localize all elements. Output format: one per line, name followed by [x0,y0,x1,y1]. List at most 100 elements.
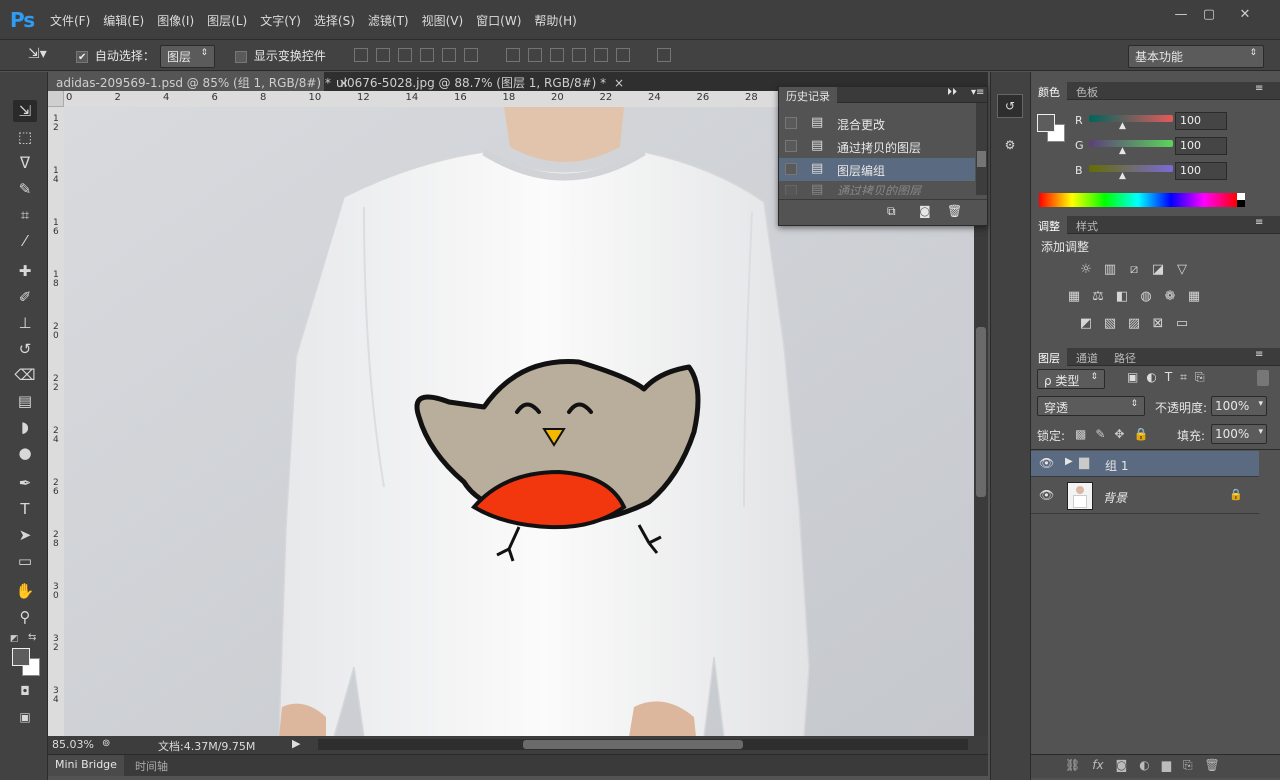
auto-select-target-dropdown[interactable]: 图层 ⇕ [160,45,215,68]
lock-transparent-icon[interactable]: ▩ [1075,427,1086,441]
trash-icon[interactable]: 🗑 [947,204,962,218]
selective-color-icon[interactable]: ⊠ [1149,316,1167,332]
color-fg-swatch[interactable] [1037,114,1055,132]
eraser-tool-icon[interactable]: ⌫ [13,364,37,386]
history-snapshot-checkbox[interactable] [785,163,797,175]
filter-adjustment-icon[interactable]: ◐ [1146,370,1156,385]
black-white-icon[interactable]: ◧ [1113,289,1131,305]
tab-mini-bridge[interactable]: Mini Bridge [48,755,124,776]
tab-paths[interactable]: 路径 [1107,348,1143,366]
eyedropper-tool-icon[interactable]: ⁄ [13,230,37,252]
history-item-selected[interactable]: ▤ 图层编组 [779,158,975,181]
status-info-icon[interactable]: ⊚ [102,738,110,749]
delete-layer-icon[interactable]: 🗑 [1205,758,1220,773]
rectangle-tool-icon[interactable]: ▭ [13,550,37,572]
new-adjustment-layer-icon[interactable]: ◐ [1139,758,1149,773]
color-balance-icon[interactable]: ⚖ [1089,289,1107,305]
hand-tool-icon[interactable]: ✋ [13,580,37,602]
camera-snapshot-icon[interactable]: ◙ [919,204,931,218]
layer-row-background[interactable]: 👁 背景 🔒 [1031,478,1259,514]
menu-window[interactable]: 窗口(W) [476,12,521,29]
type-tool-icon[interactable]: T [13,498,37,520]
tab-layers[interactable]: 图层 [1031,348,1067,366]
marquee-tool-icon[interactable]: ⬚ [13,126,37,148]
menu-edit[interactable]: 编辑(E) [103,12,144,29]
tab-swatches[interactable]: 色板 [1069,82,1105,100]
layer-name[interactable]: 背景 [1103,489,1127,506]
dodge-tool-icon[interactable]: ● [13,442,37,464]
align-vcenter-icon[interactable] [376,48,390,62]
menu-layer[interactable]: 图层(L) [207,12,247,29]
gradient-map-icon[interactable]: ▭ [1173,316,1191,332]
lock-all-icon[interactable]: 🔒 [1133,427,1148,441]
menu-type[interactable]: 文字(Y) [260,12,301,29]
path-selection-tool-icon[interactable]: ➤ [13,524,37,546]
align-right-icon[interactable] [464,48,478,62]
threshold-icon[interactable]: ▨ [1125,316,1143,332]
expand-group-arrow-icon[interactable]: ▶ [1065,456,1073,467]
pen-tool-icon[interactable]: ✒ [13,472,37,494]
channel-r-slider[interactable] [1089,115,1173,122]
horizontal-scroll-thumb[interactable] [523,740,743,749]
layer-name[interactable]: 组 1 [1105,457,1128,474]
adjustments-menu-icon[interactable]: ≡ [1255,217,1263,228]
tab-adidas[interactable]: adidas-209569-1.psd @ 85% (组 1, RGB/8#) … [48,72,349,91]
layer-row-group-1[interactable]: 👁 ▶ ▆ 组 1 [1031,451,1259,477]
layer-style-fx-icon[interactable]: fx [1092,758,1103,773]
screen-mode-icon[interactable]: ▣ [13,706,37,728]
filter-smart-object-icon[interactable]: ⎘ [1195,370,1205,385]
history-item[interactable]: ▤ 通过拷贝的图层 [779,135,975,158]
move-tool-icon[interactable]: ⇲ [13,100,37,122]
opacity-input[interactable]: 100% ▾ [1211,396,1267,416]
blend-mode-dropdown[interactable]: 穿透 ⇕ [1037,396,1145,416]
tab-color[interactable]: 颜色 [1031,82,1067,100]
tab-styles[interactable]: 样式 [1069,216,1105,234]
status-menu-arrow-icon[interactable]: ▶ [292,737,300,750]
history-title[interactable]: 历史记录 [779,87,837,103]
layers-menu-icon[interactable]: ≡ [1255,349,1263,360]
channel-g-slider[interactable] [1089,140,1173,147]
lock-image-icon[interactable]: ✎ [1095,427,1105,441]
menu-view[interactable]: 视图(V) [422,12,464,29]
foreground-color-swatch[interactable] [12,648,30,666]
crop-tool-icon[interactable]: ⌗ [13,204,37,226]
distribute-vcenter-icon[interactable] [527,48,542,62]
move-tool-preset-icon[interactable]: ⇲▾ [28,46,47,62]
new-layer-icon[interactable]: ⎘ [1183,758,1193,773]
default-colors-icon[interactable]: ◩ [10,634,22,644]
distribute-top-icon[interactable] [505,48,520,62]
tab-channels[interactable]: 通道 [1069,348,1105,366]
brush-tool-icon[interactable]: ✐ [13,286,37,308]
hue-saturation-icon[interactable]: ▦ [1065,289,1083,305]
history-panel-icon[interactable]: ↺ [997,94,1023,118]
fill-input[interactable]: 100% ▾ [1211,424,1267,444]
tab-ul0676-close-icon[interactable]: × [614,76,624,90]
channel-r-input[interactable]: 100 [1175,112,1227,130]
menu-select[interactable]: 选择(S) [314,12,355,29]
menu-filter[interactable]: 滤镜(T) [368,12,409,29]
zoom-level[interactable]: 85.03% [52,738,94,751]
history-snapshot-checkbox[interactable] [785,117,797,129]
filter-shape-icon[interactable]: ⌗ [1180,370,1187,385]
workspace-dropdown[interactable]: 基本功能 ⇕ [1128,45,1264,68]
color-spectrum-ramp[interactable] [1039,193,1245,207]
lasso-tool-icon[interactable]: ᐁ [13,152,37,174]
filter-type-icon[interactable]: T [1165,370,1172,385]
channel-r-thumb[interactable]: ▲ [1119,121,1126,131]
menu-help[interactable]: 帮助(H) [534,12,576,29]
channel-b-thumb[interactable]: ▲ [1119,171,1126,181]
gradient-tool-icon[interactable]: ▤ [13,390,37,412]
new-document-from-state-icon[interactable]: ⧉ [887,204,896,219]
channel-b-input[interactable]: 100 [1175,162,1227,180]
history-snapshot-checkbox[interactable] [785,140,797,152]
zoom-tool-icon[interactable]: ⚲ [13,606,37,628]
blur-tool-icon[interactable]: ◗ [13,416,37,438]
collapse-panel-icon[interactable]: ⏵⏵ [947,87,957,98]
menu-file[interactable]: 文件(F) [50,12,90,29]
layer-filter-kind-dropdown[interactable]: ρ 类型 ⇕ [1037,369,1105,389]
levels-icon[interactable]: ▥ [1101,262,1119,278]
align-left-icon[interactable] [420,48,434,62]
history-scrollbar[interactable] [976,103,987,195]
filter-pixel-icon[interactable]: ▣ [1127,370,1138,385]
auto-select-checkbox[interactable] [76,50,88,63]
